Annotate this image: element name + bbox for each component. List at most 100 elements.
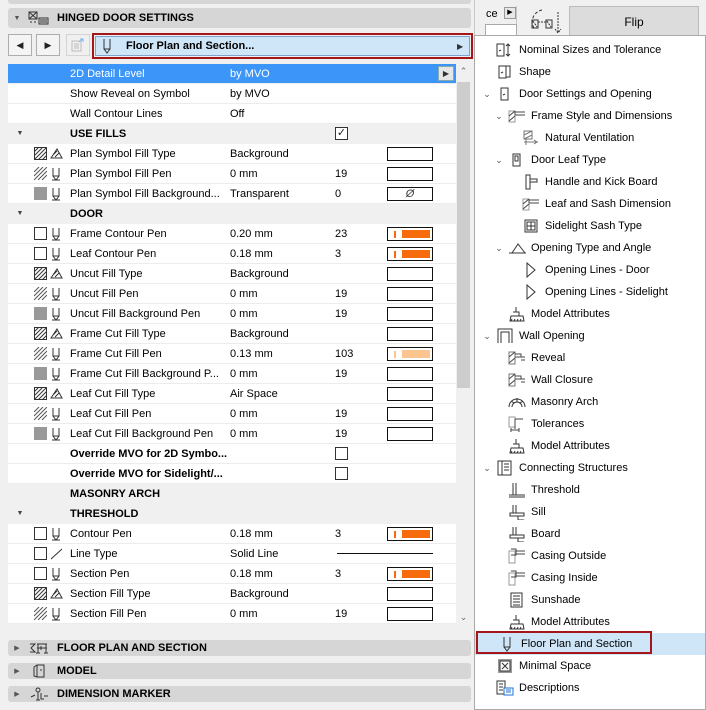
parameter-value[interactable]: 0 mm	[230, 288, 258, 300]
fill-pen-hatch-icon[interactable]	[33, 407, 47, 421]
parameter-value[interactable]: by MVO	[230, 68, 270, 80]
pen-color-swatch[interactable]	[387, 527, 433, 541]
checkbox-empty-icon[interactable]	[33, 227, 47, 241]
scroll-down-icon[interactable]: ⌄	[456, 610, 471, 624]
tree-item[interactable]: Casing Outside	[493, 545, 606, 567]
parameter-row[interactable]: Plan Symbol Fill Type Background	[8, 144, 456, 164]
parameter-value[interactable]: Off	[230, 108, 244, 120]
previous-page-button[interactable]: ◀	[8, 34, 32, 56]
parameter-row[interactable]: Override MVO for Sidelight/...	[8, 464, 456, 484]
parameter-row[interactable]: Leaf Cut Fill Pen 0 mm 19	[8, 404, 456, 424]
fill-swatch[interactable]	[387, 387, 433, 401]
fill-bg-icon[interactable]	[33, 187, 47, 201]
chevron-down-icon[interactable]: ⌄	[481, 463, 493, 474]
parameter-row[interactable]: Line Type Solid Line	[8, 544, 456, 564]
tree-item[interactable]: Tolerances	[493, 413, 584, 435]
collapse-triangle-icon[interactable]: ▼	[8, 510, 32, 517]
pen-number[interactable]: 23	[335, 228, 347, 240]
parameter-row[interactable]: Section Fill Pen 0 mm 19	[8, 604, 456, 624]
tree-item[interactable]: Sidelight Sash Type	[507, 215, 642, 237]
fill-swatch[interactable]	[387, 327, 433, 341]
fill-swatch[interactable]	[387, 427, 433, 441]
pen-number[interactable]: 103	[335, 348, 353, 360]
chevron-down-icon[interactable]: ⌄	[481, 331, 493, 342]
parameter-value[interactable]: 0 mm	[230, 368, 258, 380]
collapse-triangle-icon[interactable]: ▼	[8, 210, 32, 217]
pen-number[interactable]: 19	[335, 428, 347, 440]
fill-pen-hatch-icon[interactable]	[33, 167, 47, 181]
parameter-row[interactable]: Plan Symbol Fill Pen 0 mm 19	[8, 164, 456, 184]
fill-swatch[interactable]	[387, 147, 433, 161]
parameter-row[interactable]: Frame Cut Fill Background P... 0 mm 19	[8, 364, 456, 384]
parameter-value[interactable]: 0 mm	[230, 408, 258, 420]
parameter-row[interactable]: Frame Contour Pen 0.20 mm 23	[8, 224, 456, 244]
tree-item[interactable]: Opening Lines - Sidelight	[507, 281, 668, 303]
fill-hatch-icon[interactable]	[33, 387, 47, 401]
tree-item[interactable]: Reveal	[493, 347, 565, 369]
parameter-row[interactable]: Section Fill Type Background	[8, 584, 456, 604]
parameter-value[interactable]: Air Space	[230, 388, 278, 400]
tree-item[interactable]: ⌄ Opening Type and Angle	[493, 237, 651, 259]
fill-swatch[interactable]	[387, 407, 433, 421]
parameter-value[interactable]: by MVO	[230, 88, 270, 100]
parameter-row[interactable]: Show Reveal on Symbol by MVO	[8, 84, 456, 104]
group-row[interactable]: ▼ USE FILLS ✓	[8, 124, 456, 144]
partial-dropdown-button[interactable]: ▶	[504, 7, 516, 19]
parameter-row[interactable]: Frame Cut Fill Type Background	[8, 324, 456, 344]
parameter-value[interactable]: 0 mm	[230, 428, 258, 440]
export-page-button[interactable]	[66, 34, 90, 56]
collapse-triangle-icon[interactable]: ▼	[8, 130, 32, 137]
parameter-value[interactable]: 0 mm	[230, 168, 258, 180]
tree-item[interactable]: Handle and Kick Board	[507, 171, 658, 193]
parameter-value[interactable]: 0.20 mm	[230, 228, 273, 240]
fill-swatch[interactable]	[387, 587, 433, 601]
pen-color-swatch[interactable]	[387, 227, 433, 241]
chevron-down-icon[interactable]: ⌄	[493, 243, 505, 254]
parameter-row[interactable]: Uncut Fill Pen 0 mm 19	[8, 284, 456, 304]
pen-number[interactable]: 19	[335, 288, 347, 300]
tree-item[interactable]: Minimal Space	[481, 655, 591, 677]
parameter-value[interactable]: Transparent	[230, 188, 289, 200]
fill-swatch[interactable]	[387, 307, 433, 321]
tree-item[interactable]: ⌄ Door Settings and Opening	[481, 83, 652, 105]
scroll-up-icon[interactable]: ⌃	[456, 64, 471, 78]
scroll-thumb[interactable]	[457, 82, 470, 388]
tree-item[interactable]: Wall Closure	[493, 369, 593, 391]
transparent-swatch[interactable]: Ø	[387, 187, 433, 201]
tree-item[interactable]: Leaf and Sash Dimension	[507, 193, 671, 215]
tree-item[interactable]: Model Attributes	[493, 611, 610, 633]
parameter-row[interactable]: Leaf Cut Fill Background Pen 0 mm 19	[8, 424, 456, 444]
grid-scrollbar[interactable]: ⌃ ⌄	[456, 64, 471, 624]
fill-swatch[interactable]	[387, 367, 433, 381]
fill-bg-icon[interactable]	[33, 367, 47, 381]
parameter-value[interactable]: 0.18 mm	[230, 248, 273, 260]
pen-number[interactable]: 19	[335, 368, 347, 380]
dimension-marker-header[interactable]: ▶ DIMENSION MARKER	[8, 686, 471, 702]
tree-item[interactable]: ⌄ Door Leaf Type	[493, 149, 606, 171]
tree-item[interactable]: ⌄ Connecting Structures	[481, 457, 628, 479]
next-page-button[interactable]: ▶	[36, 34, 60, 56]
parameter-value[interactable]: 0.18 mm	[230, 528, 273, 540]
parameter-value[interactable]: Background	[230, 328, 289, 340]
fill-bg-icon[interactable]	[33, 307, 47, 321]
checkbox[interactable]: ✓	[335, 127, 348, 140]
parameter-value[interactable]: 0 mm	[230, 608, 258, 620]
parameter-value[interactable]: 0.13 mm	[230, 348, 273, 360]
pen-number[interactable]: 3	[335, 528, 341, 540]
tree-item[interactable]: Model Attributes	[493, 303, 610, 325]
value-dropdown-button[interactable]: ▶	[438, 66, 454, 81]
group-row[interactable]: MASONRY ARCH	[8, 484, 456, 504]
parameter-row[interactable]: Section Pen 0.18 mm 3	[8, 564, 456, 584]
pen-color-swatch[interactable]	[387, 347, 433, 361]
fill-pen-hatch-icon[interactable]	[33, 287, 47, 301]
tree-item[interactable]: Descriptions	[481, 677, 580, 699]
tree-item[interactable]: Threshold	[493, 479, 580, 501]
checkbox-empty-icon[interactable]	[33, 247, 47, 261]
tree-item[interactable]: Natural Ventilation	[507, 127, 634, 149]
checkbox[interactable]	[335, 447, 348, 460]
parameter-value[interactable]: 0 mm	[230, 308, 258, 320]
fill-bg-icon[interactable]	[33, 427, 47, 441]
flip-button[interactable]: Flip	[569, 6, 699, 37]
parameter-row[interactable]: Leaf Cut Fill Type Air Space	[8, 384, 456, 404]
parameter-value[interactable]: Background	[230, 148, 289, 160]
